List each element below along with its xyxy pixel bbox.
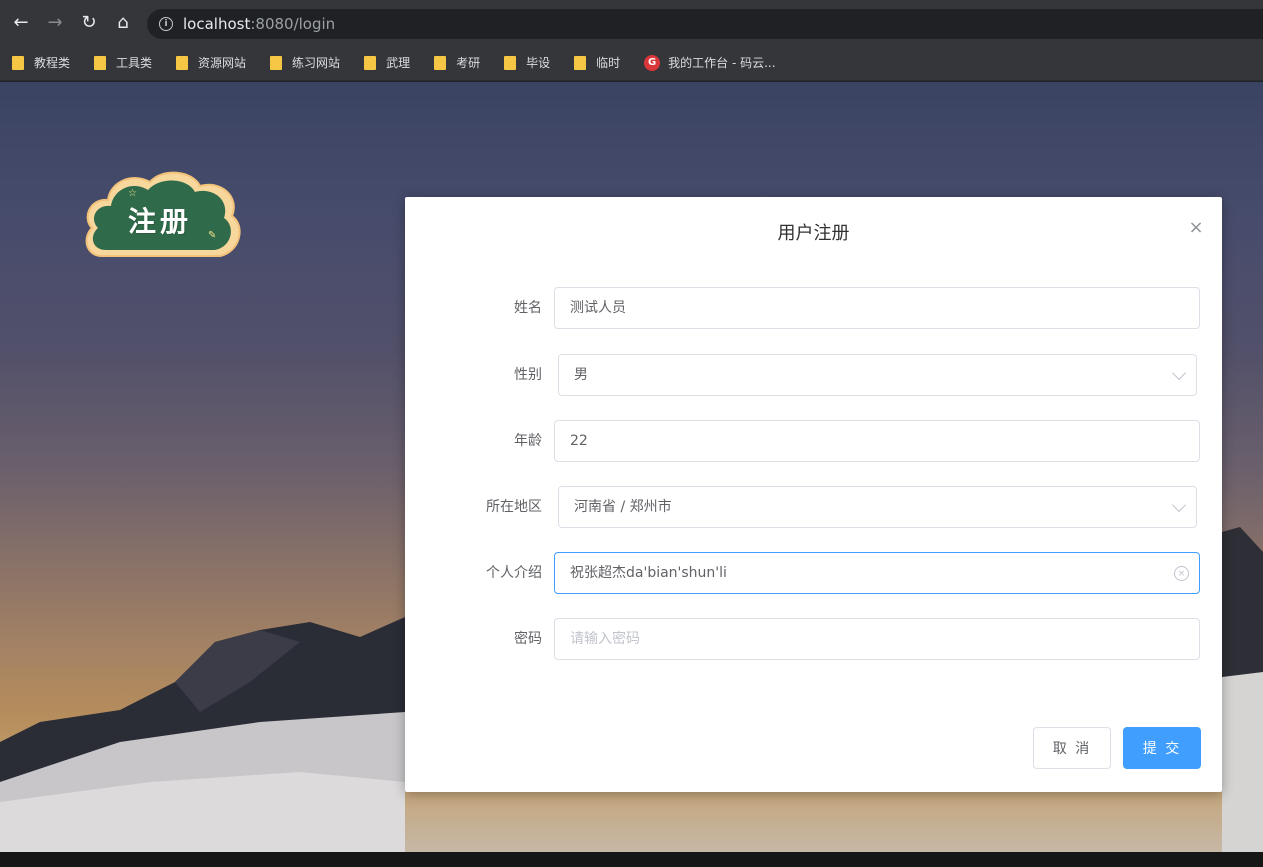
clear-icon[interactable]: × [1174, 566, 1189, 581]
folder-icon [12, 55, 24, 70]
register-dialog: 用户注册 × 姓名 测试人员 性别 男 年龄 22 所在地区 河南省 / 郑州市… [405, 197, 1222, 792]
intro-input[interactable]: 祝张超杰da'bian'shun'li × [554, 552, 1200, 594]
bookmark-label: 毕设 [526, 56, 551, 70]
submit-button[interactable]: 提 交 [1123, 727, 1201, 769]
folder-icon [94, 55, 107, 70]
home-icon[interactable]: ⌂ [110, 10, 136, 36]
forward-arrow-icon[interactable]: → [42, 10, 68, 36]
close-icon[interactable]: × [1186, 217, 1206, 238]
folder-icon [574, 55, 587, 70]
folder-icon [176, 55, 189, 70]
age-label: 年龄 [514, 433, 542, 449]
bookmark-item[interactable]: 考研 [434, 54, 480, 71]
age-input[interactable]: 22 [554, 420, 1200, 462]
bookmark-label: 工具类 [116, 56, 153, 70]
gender-select[interactable]: 男 [558, 354, 1197, 396]
bookmark-item[interactable]: 资源网站 [176, 54, 246, 71]
bookmark-label: 教程类 [34, 56, 71, 70]
folder-icon [434, 55, 447, 70]
url-host: localhost [183, 15, 251, 33]
bookmark-item[interactable]: 毕设 [504, 54, 550, 71]
svg-text:☆: ☆ [128, 188, 137, 199]
bookmark-item[interactable]: 临时 [574, 54, 620, 71]
dialog-title: 用户注册 [777, 223, 850, 244]
folder-icon [504, 55, 517, 70]
bookmark-label: 我的工作台 - 码云... [668, 56, 776, 70]
bookmarks-bar: 教程类 工具类 资源网站 练习网站 武理 考研 毕设 临时 G 我的工作台 - 码… [0, 45, 1263, 81]
gitee-icon: G [644, 54, 661, 71]
password-label: 密码 [514, 631, 542, 647]
url-path: :8080/login [250, 15, 336, 33]
form-row-name: 姓名 测试人员 [405, 287, 1222, 329]
bookmark-label: 练习网站 [292, 56, 341, 70]
bookmark-item[interactable]: 练习网站 [270, 54, 340, 71]
intro-value: 祝张超杰da'bian'shun'li [570, 565, 727, 581]
password-input[interactable]: 请输入密码 [554, 618, 1200, 660]
bookmark-item[interactable]: G 我的工作台 - 码云... [644, 54, 776, 71]
name-label: 姓名 [514, 300, 542, 316]
taskbar-strip [0, 852, 1263, 867]
form-row-password: 密码 请输入密码 [405, 618, 1222, 660]
info-icon[interactable]: i [159, 17, 173, 31]
name-input[interactable]: 测试人员 [554, 287, 1200, 329]
folder-icon [364, 55, 377, 70]
region-cascader[interactable]: 河南省 / 郑州市 [558, 486, 1197, 528]
folder-icon [270, 55, 283, 70]
back-arrow-icon[interactable]: ← [8, 10, 34, 36]
form-row-age: 年龄 22 [405, 420, 1222, 462]
bookmark-label: 资源网站 [198, 56, 247, 70]
logo-title: 注册 [128, 205, 193, 238]
svg-text:✎: ✎ [208, 230, 216, 241]
region-value: 河南省 / 郑州市 [574, 499, 672, 515]
reload-icon[interactable]: ↻ [76, 10, 102, 36]
bookmark-label: 武理 [386, 56, 411, 70]
bookmark-label: 临时 [596, 56, 621, 70]
region-label: 所在地区 [486, 499, 542, 515]
bookmark-item[interactable]: 教程类 [12, 54, 70, 71]
chevron-down-icon [1171, 365, 1187, 381]
bookmark-label: 考研 [456, 56, 481, 70]
browser-toolbar: ← → ↻ ⌂ i localhost:8080/login [0, 0, 1263, 45]
bookmark-item[interactable]: 武理 [364, 54, 410, 71]
cancel-button[interactable]: 取 消 [1033, 727, 1111, 769]
form-row-gender: 性别 男 [405, 354, 1222, 396]
chevron-down-icon [1171, 497, 1187, 513]
gender-value: 男 [574, 367, 588, 383]
address-bar[interactable]: i localhost:8080/login [147, 9, 1263, 39]
gender-label: 性别 [514, 367, 542, 383]
bookmark-item[interactable]: 工具类 [94, 54, 152, 71]
intro-label: 个人介绍 [486, 565, 542, 581]
form-row-intro: 个人介绍 祝张超杰da'bian'shun'li × [405, 552, 1222, 594]
form-row-region: 所在地区 河南省 / 郑州市 [405, 486, 1222, 528]
